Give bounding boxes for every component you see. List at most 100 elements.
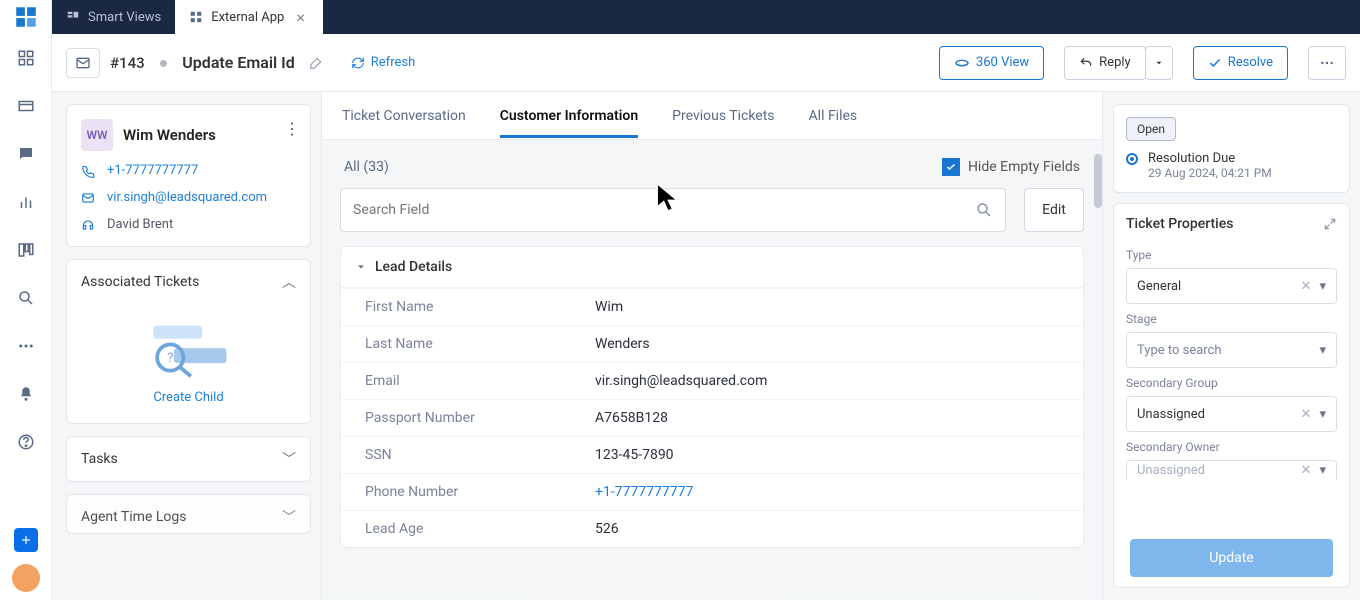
scrollbar[interactable]: [1094, 154, 1102, 586]
agent-logs-title: Agent Time Logs: [81, 509, 186, 525]
lead-details-section: Lead Details First NameWim Last NameWend…: [340, 246, 1084, 548]
contact-phone[interactable]: +1-7777777777: [81, 163, 296, 178]
tab-ticket-conversation[interactable]: Ticket Conversation: [342, 94, 466, 138]
nav-search-icon[interactable]: [8, 280, 44, 316]
field-label: Phone Number: [365, 484, 595, 500]
phone-value: +1-7777777777: [107, 163, 198, 178]
edit-title-icon[interactable]: [309, 56, 323, 70]
field-value: 526: [595, 521, 619, 537]
associated-tickets-header[interactable]: Associated Tickets ︿: [67, 260, 310, 304]
field-label: Passport Number: [365, 410, 595, 426]
all-filter[interactable]: All (33): [344, 159, 389, 175]
create-child-link[interactable]: Create Child: [81, 390, 296, 405]
edit-button[interactable]: Edit: [1024, 188, 1084, 232]
center-scroll[interactable]: All (33) Hide Empty Fields: [322, 140, 1102, 600]
resolution-due-time: 29 Aug 2024, 04:21 PM: [1148, 166, 1272, 180]
stage-select[interactable]: Type to search ▾: [1126, 332, 1337, 368]
associated-title: Associated Tickets: [81, 274, 199, 290]
contact-card: ⋮ WW Wim Wenders +1-7777777777 vir.singh…: [66, 104, 311, 247]
field-row: Passport NumberA7658B128: [341, 399, 1083, 436]
nav-chat-icon[interactable]: [8, 136, 44, 172]
profile-avatar[interactable]: [12, 564, 40, 592]
secondary-group-value: Unassigned: [1137, 407, 1205, 422]
tab-all-files[interactable]: All Files: [809, 94, 858, 138]
reply-dropdown[interactable]: [1145, 46, 1173, 80]
secondary-group-select[interactable]: Unassigned ✕ ▾: [1126, 396, 1337, 432]
stage-placeholder: Type to search: [1137, 343, 1222, 358]
more-actions-button[interactable]: [1308, 46, 1346, 80]
tab-external-app[interactable]: External App ×: [175, 0, 323, 34]
hide-empty-toggle[interactable]: Hide Empty Fields: [942, 158, 1080, 176]
expand-icon[interactable]: [1323, 217, 1337, 231]
tasks-header[interactable]: Tasks ﹀: [67, 437, 310, 481]
radio-selected-icon: [1126, 153, 1138, 165]
contact-more-icon[interactable]: ⋮: [284, 119, 300, 138]
secondary-owner-label: Secondary Owner: [1126, 440, 1337, 454]
search-icon: [975, 201, 993, 219]
nav-board-icon[interactable]: [8, 232, 44, 268]
resolution-due-row[interactable]: Resolution Due 29 Aug 2024, 04:21 PM: [1126, 151, 1337, 180]
update-button[interactable]: Update: [1130, 539, 1333, 577]
top-tabs-bar: Smart Views External App ×: [0, 0, 1360, 34]
contact-sidebar: ⋮ WW Wim Wenders +1-7777777777 vir.singh…: [52, 92, 322, 600]
svg-text:?: ?: [167, 351, 173, 366]
resolution-due-label: Resolution Due: [1148, 151, 1272, 166]
close-icon[interactable]: ×: [292, 8, 309, 27]
nav-help-icon[interactable]: [8, 424, 44, 460]
mail-icon: [81, 191, 97, 205]
nav-more-icon[interactable]: [8, 328, 44, 364]
field-label: Last Name: [365, 336, 595, 352]
nav-tickets-icon[interactable]: [8, 88, 44, 124]
section-header[interactable]: Lead Details: [341, 247, 1083, 288]
secondary-group-label: Secondary Group: [1126, 376, 1337, 390]
agent-value: David Brent: [107, 217, 173, 232]
refresh-button[interactable]: Refresh: [341, 51, 425, 74]
tab-label: Smart Views: [88, 10, 161, 25]
field-value[interactable]: +1-7777777777: [595, 484, 693, 500]
clear-icon[interactable]: ✕: [1301, 279, 1312, 294]
clear-icon[interactable]: ✕: [1301, 407, 1312, 422]
phone-icon: [81, 164, 97, 178]
chevron-down-icon: [355, 261, 367, 273]
nav-add-button[interactable]: [14, 528, 38, 552]
resolve-button[interactable]: Resolve: [1193, 46, 1288, 80]
field-label: Lead Age: [365, 521, 595, 537]
clear-icon[interactable]: ✕: [1301, 463, 1312, 478]
type-select[interactable]: General ✕ ▾: [1126, 268, 1337, 304]
contact-avatar: WW: [81, 119, 113, 151]
chevron-down-icon: ▾: [1319, 407, 1326, 422]
type-value: General: [1137, 279, 1181, 294]
nav-analytics-icon[interactable]: [8, 184, 44, 220]
stage-label: Stage: [1126, 312, 1337, 326]
field-row: Lead Age526: [341, 510, 1083, 547]
headset-icon: [81, 218, 97, 232]
chevron-down-icon: ▾: [1319, 343, 1326, 358]
secondary-owner-select[interactable]: Unassigned ✕ ▾: [1126, 460, 1337, 480]
tab-smart-views[interactable]: Smart Views: [52, 0, 175, 34]
checkbox-checked-icon: [942, 158, 960, 176]
mail-icon: [66, 48, 100, 78]
search-input[interactable]: [353, 202, 975, 218]
contact-email[interactable]: vir.singh@leadsquared.com: [81, 190, 296, 205]
ticket-id: #143: [110, 54, 145, 72]
hide-empty-label: Hide Empty Fields: [968, 159, 1080, 175]
email-value: vir.singh@leadsquared.com: [107, 190, 267, 205]
agent-logs-header[interactable]: Agent Time Logs ﹀: [67, 495, 310, 533]
nav-dashboard-icon[interactable]: [8, 40, 44, 76]
nav-bell-icon[interactable]: [8, 376, 44, 412]
tab-label: External App: [211, 10, 284, 25]
left-rail: [0, 0, 52, 600]
separator-dot: ●: [159, 53, 169, 73]
tab-customer-information[interactable]: Customer Information: [500, 94, 638, 138]
empty-state-icon: ?: [141, 320, 237, 380]
center-panel: Ticket Conversation Customer Information…: [322, 92, 1102, 600]
360-view-button[interactable]: 360 View: [939, 46, 1044, 80]
tab-previous-tickets[interactable]: Previous Tickets: [672, 94, 774, 138]
status-chip[interactable]: Open: [1126, 117, 1176, 141]
field-label: SSN: [365, 447, 595, 463]
field-label: First Name: [365, 299, 595, 315]
reply-button[interactable]: Reply: [1064, 46, 1146, 80]
right-panel: Open Resolution Due 29 Aug 2024, 04:21 P…: [1102, 92, 1360, 600]
secondary-owner-value: Unassigned: [1137, 463, 1205, 478]
tasks-card: Tasks ﹀: [66, 436, 311, 482]
